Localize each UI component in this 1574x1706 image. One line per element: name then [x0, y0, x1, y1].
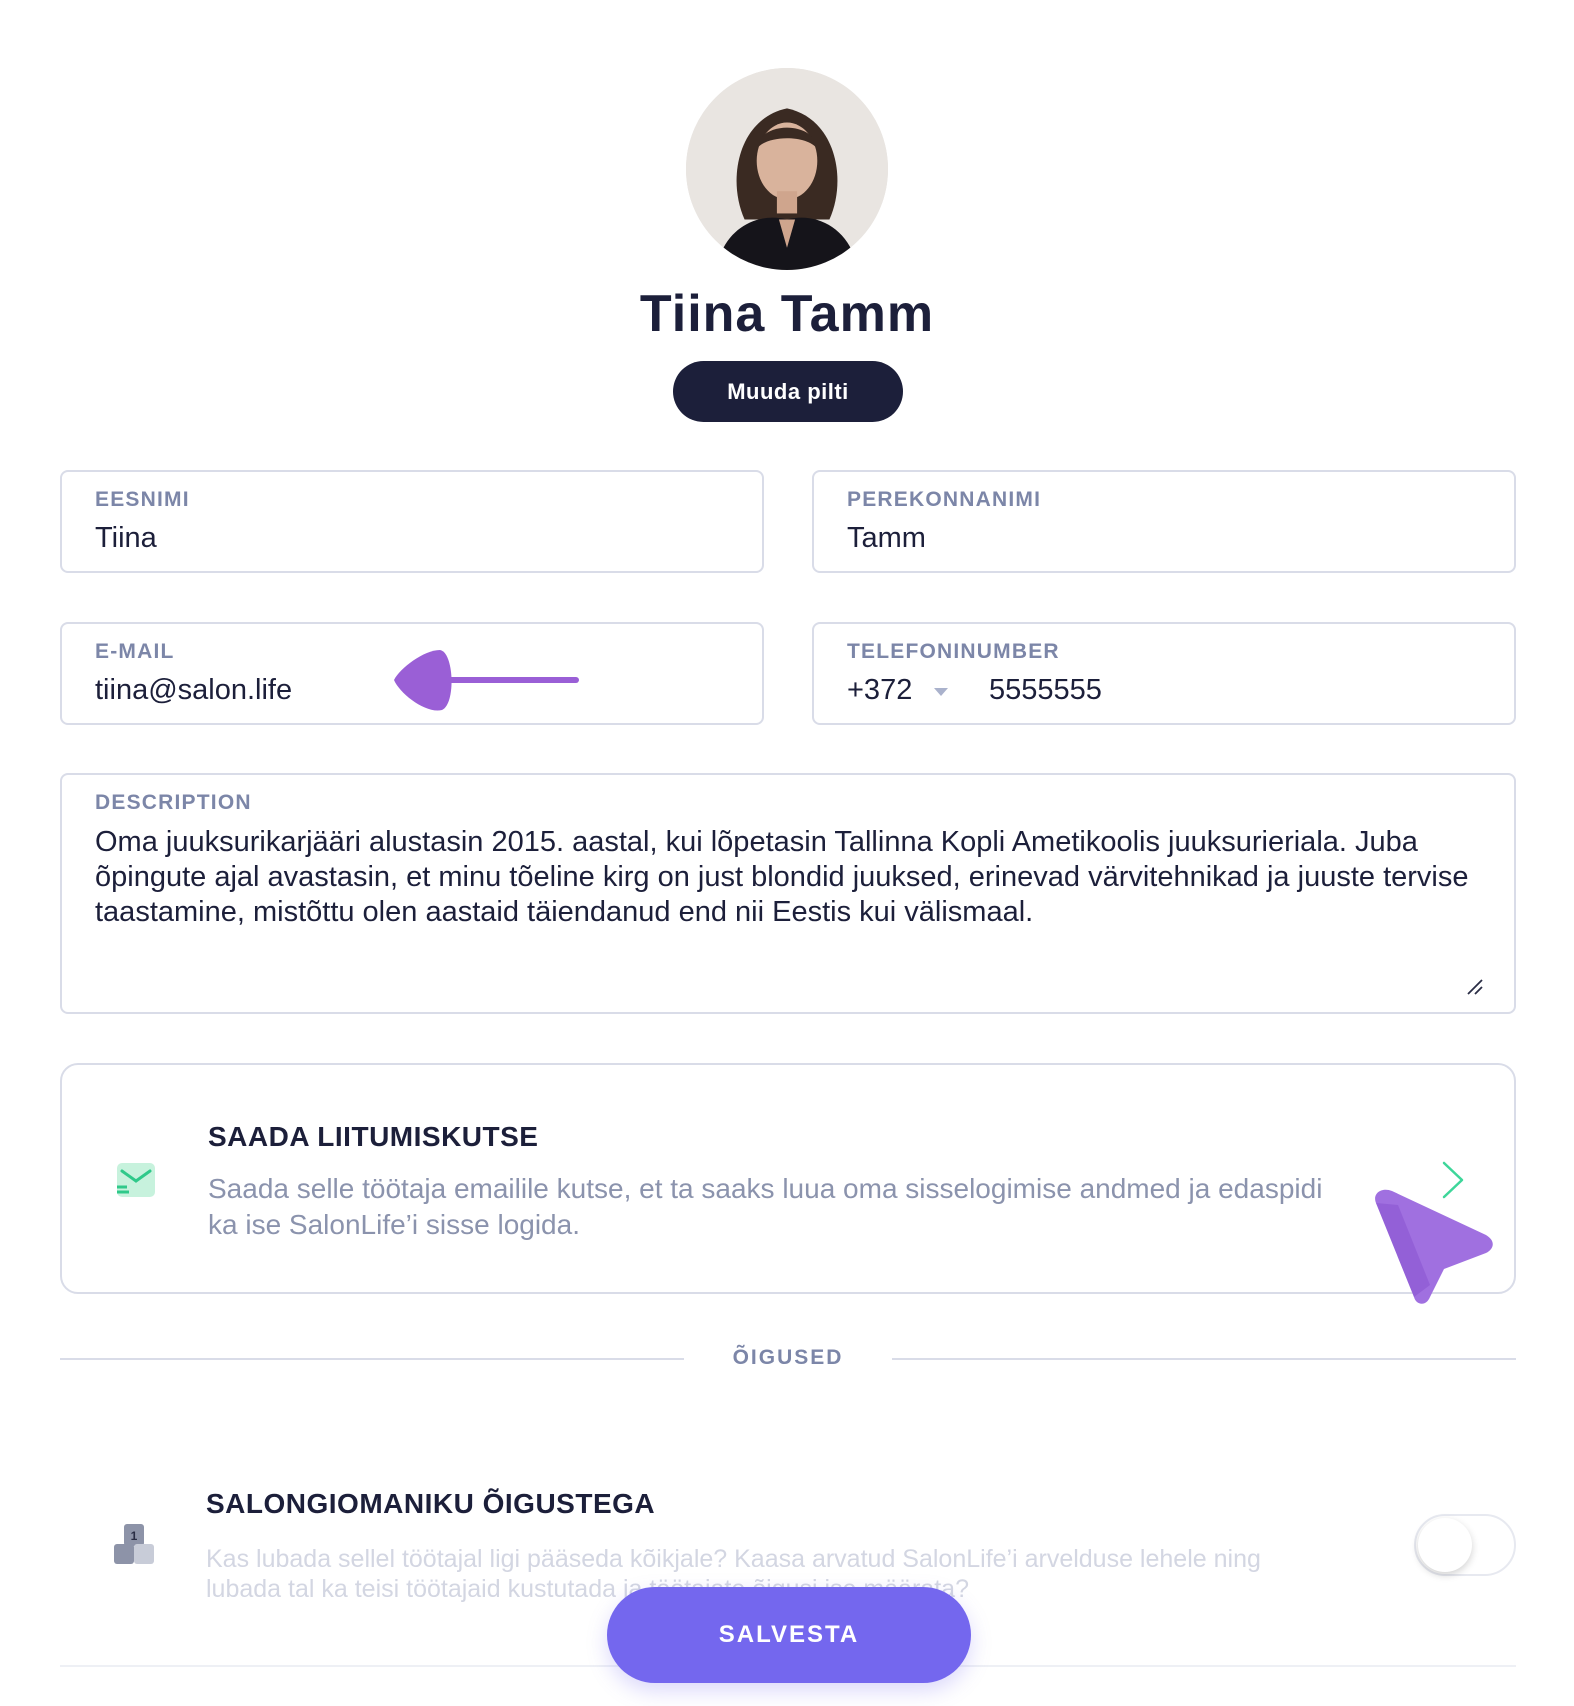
svg-text:1: 1	[131, 1529, 138, 1543]
divider-left	[60, 1358, 684, 1360]
rights-section-label: ÕIGUSED	[732, 1346, 844, 1369]
first-name-label: EESNIMI	[95, 488, 190, 511]
phone-number-value[interactable]: 5555555	[989, 674, 1102, 707]
toggle-knob[interactable]	[1418, 1518, 1472, 1572]
cursor-pointer-icon	[1375, 1189, 1493, 1304]
save-button[interactable]: SALVESTA	[607, 1587, 971, 1683]
invite-title: SAADA LIITUMISKUTSE	[208, 1121, 539, 1152]
avatar-photo	[686, 68, 888, 270]
envelope-icon	[117, 1163, 155, 1197]
profile-name: Tiina Tamm	[639, 285, 935, 343]
resize-handle-icon[interactable]	[1466, 978, 1484, 996]
invite-description: Saada selle töötaja emailile kutse, et t…	[208, 1173, 1323, 1240]
last-name-label: PEREKONNANIMI	[847, 488, 1042, 511]
annotation-arrow-icon	[394, 650, 579, 711]
email-value[interactable]: tiina@salon.life	[95, 674, 292, 707]
first-name-field[interactable]: EESNIMI Tiina	[60, 470, 764, 573]
avatar[interactable]	[686, 68, 888, 270]
send-invite-card[interactable]: SAADA LIITUMISKUTSE Saada selle töötaja …	[60, 1063, 1516, 1294]
phone-country-code[interactable]: +372	[847, 674, 912, 707]
last-name-field[interactable]: PEREKONNANIMI Tamm	[812, 470, 1516, 573]
employee-profile-page: Tiina Tamm Muuda pilti EESNIMI Tiina PER…	[0, 0, 1574, 1706]
owner-rights-title: SALONGIOMANIKU ÕIGUSTEGA	[206, 1488, 656, 1519]
description-textarea[interactable]: Oma juuksurikarjääri alustasin 2015. aas…	[95, 825, 1495, 930]
phone-label: TELEFONINUMBER	[847, 640, 1060, 663]
owner-rights-toggle[interactable]	[1414, 1514, 1516, 1576]
description-field[interactable]: DESCRIPTION Oma juuksurikarjääri alustas…	[60, 773, 1516, 1014]
ranking-blocks-icon: 1	[114, 1524, 154, 1564]
phone-field[interactable]: TELEFONINUMBER +372 5555555	[812, 622, 1516, 725]
description-label: DESCRIPTION	[95, 791, 252, 814]
last-name-value[interactable]: Tamm	[847, 522, 926, 555]
change-photo-button[interactable]: Muuda pilti	[673, 361, 903, 422]
divider-right	[892, 1358, 1516, 1360]
first-name-value[interactable]: Tiina	[95, 522, 157, 555]
caret-down-icon[interactable]	[932, 686, 950, 698]
email-label: E-MAIL	[95, 640, 175, 663]
